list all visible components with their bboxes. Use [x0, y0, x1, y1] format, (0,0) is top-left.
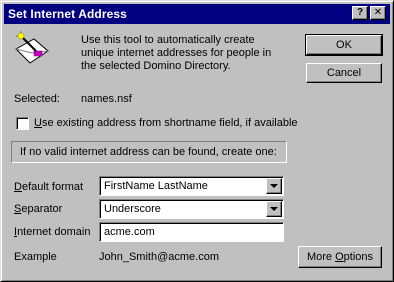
separator-dropdown-button[interactable] [266, 201, 282, 217]
set-internet-address-dialog: Set Internet Address ? ✕ Use this tool t… [0, 0, 394, 282]
separator-value: Underscore [104, 203, 161, 215]
envelope-wand-icon [15, 31, 49, 64]
example-label: Example [14, 251, 57, 263]
internet-domain-value: acme.com [104, 226, 155, 238]
chevron-down-icon [270, 184, 278, 188]
use-existing-address-checkbox[interactable] [16, 117, 29, 130]
ok-button-label: OK [336, 39, 352, 51]
selected-value: names.nsf [81, 93, 132, 105]
selected-label: Selected: [14, 93, 60, 105]
separator-label: Separator [14, 203, 63, 215]
chevron-down-icon [270, 207, 278, 211]
use-existing-address-label[interactable]: Use existing address from shortname fiel… [34, 117, 298, 129]
separator-select[interactable]: Underscore [99, 199, 284, 219]
dialog-title: Set Internet Address [8, 7, 127, 21]
cancel-button-label: Cancel [326, 67, 362, 79]
title-bar[interactable]: Set Internet Address ? ✕ [4, 4, 390, 24]
help-button[interactable]: ? [352, 6, 368, 20]
default-format-select[interactable]: FirstName LastName [99, 176, 284, 196]
info-text: If no valid internet address can be foun… [20, 146, 277, 158]
default-format-dropdown-button[interactable] [266, 178, 282, 194]
more-options-label: More Options [306, 251, 374, 263]
default-format-label: Default format [14, 181, 84, 193]
more-options-button[interactable]: More Options [298, 246, 382, 268]
cancel-button[interactable]: Cancel [306, 63, 382, 83]
example-value: John_Smith@acme.com [99, 251, 219, 263]
close-button[interactable]: ✕ [370, 6, 386, 20]
internet-domain-input[interactable]: acme.com [99, 222, 284, 242]
default-format-value: FirstName LastName [104, 180, 208, 192]
description-text: Use this tool to automatically create un… [81, 34, 272, 72]
ok-button[interactable]: OK [305, 34, 383, 56]
info-box: If no valid internet address can be foun… [11, 141, 287, 163]
internet-domain-label: Internet domain [14, 226, 91, 238]
